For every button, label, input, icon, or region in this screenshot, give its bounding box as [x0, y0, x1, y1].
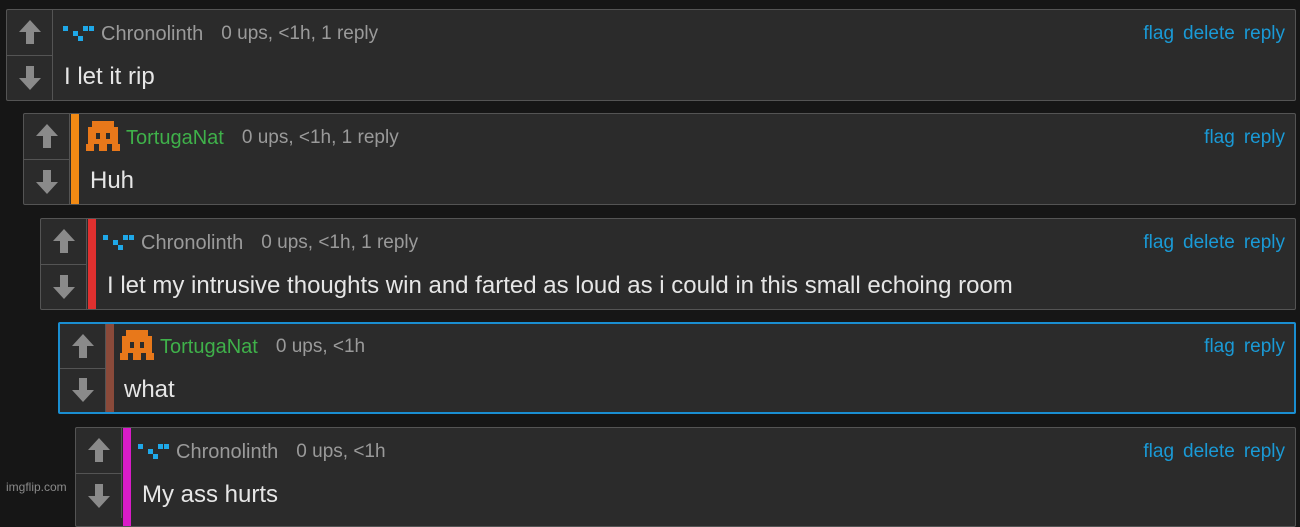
- comment-meta: 0 ups, <1h: [275, 336, 366, 357]
- down-arrow-icon: [52, 274, 75, 299]
- thread-depth-bar: [88, 219, 96, 309]
- flag-link[interactable]: flag: [1143, 23, 1174, 45]
- username[interactable]: Chronolinth: [176, 441, 278, 464]
- comment-text: I let my intrusive thoughts win and fart…: [107, 272, 1013, 299]
- comment-text: Huh: [90, 167, 135, 194]
- tortuganat-avatar-icon[interactable]: [86, 120, 120, 156]
- up-arrow-icon: [71, 333, 94, 358]
- reply-link[interactable]: reply: [1244, 336, 1285, 358]
- comment-meta: 0 ups, <1h: [296, 441, 386, 462]
- downvote-button[interactable]: [24, 159, 70, 204]
- upvote-button[interactable]: [24, 114, 70, 160]
- comment-meta: 0 ups, <1h, 1 reply: [261, 232, 419, 253]
- flag-link[interactable]: flag: [1204, 127, 1235, 149]
- flag-link[interactable]: flag: [1143, 232, 1174, 254]
- comment-4: TortugaNat 0 ups, <1h flag reply what: [58, 322, 1296, 414]
- chronolinth-avatar-icon[interactable]: [138, 441, 170, 464]
- reply-link[interactable]: reply: [1244, 127, 1285, 149]
- flag-link[interactable]: flag: [1204, 336, 1235, 358]
- vote-controls: [76, 428, 122, 518]
- up-arrow-icon: [52, 229, 75, 254]
- comment-3: Chronolinth 0 ups, <1h, 1 reply flag del…: [40, 218, 1296, 310]
- delete-link[interactable]: delete: [1183, 441, 1235, 463]
- flag-link[interactable]: flag: [1143, 441, 1174, 463]
- delete-link[interactable]: delete: [1183, 23, 1235, 45]
- comment-meta: 0 ups, <1h, 1 reply: [221, 23, 379, 44]
- vote-controls: [41, 219, 87, 309]
- watermark: imgflip.com: [6, 480, 67, 494]
- up-arrow-icon: [87, 438, 110, 463]
- username[interactable]: Chronolinth: [101, 23, 203, 46]
- comment-5: Chronolinth 0 ups, <1h flag delete reply…: [75, 427, 1296, 527]
- vote-controls: [24, 114, 70, 204]
- up-arrow-icon: [35, 124, 58, 149]
- down-arrow-icon: [35, 169, 58, 194]
- comment-2: TortugaNat 0 ups, <1h, 1 reply flag repl…: [23, 113, 1296, 205]
- vote-controls: [7, 10, 53, 100]
- comment-meta: 0 ups, <1h, 1 reply: [241, 127, 399, 148]
- comment-text: what: [124, 376, 175, 403]
- username[interactable]: TortugaNat: [126, 127, 224, 150]
- downvote-button[interactable]: [41, 264, 87, 309]
- reply-link[interactable]: reply: [1244, 441, 1285, 463]
- chronolinth-avatar-icon[interactable]: [103, 232, 135, 255]
- thread-depth-bar: [106, 324, 114, 412]
- comment-text: I let it rip: [64, 63, 155, 90]
- chronolinth-avatar-icon[interactable]: [63, 23, 95, 46]
- upvote-button[interactable]: [76, 428, 122, 474]
- comment-1: Chronolinth 0 ups, <1h, 1 reply flag del…: [6, 9, 1296, 101]
- downvote-button[interactable]: [60, 368, 106, 412]
- comment-text: My ass hurts: [142, 481, 279, 508]
- upvote-button[interactable]: [41, 219, 87, 265]
- down-arrow-icon: [18, 65, 41, 90]
- delete-link[interactable]: delete: [1183, 232, 1235, 254]
- up-arrow-icon: [18, 20, 41, 45]
- thread-depth-bar: [71, 114, 79, 204]
- down-arrow-icon: [87, 483, 110, 508]
- username[interactable]: TortugaNat: [160, 336, 258, 359]
- downvote-button[interactable]: [7, 55, 53, 100]
- username[interactable]: Chronolinth: [141, 232, 243, 255]
- tortuganat-avatar-icon[interactable]: [120, 329, 154, 365]
- down-arrow-icon: [71, 378, 94, 403]
- upvote-button[interactable]: [7, 10, 53, 56]
- vote-controls: [60, 324, 106, 412]
- reply-link[interactable]: reply: [1244, 232, 1285, 254]
- thread-depth-bar: [123, 428, 131, 526]
- reply-link[interactable]: reply: [1244, 23, 1285, 45]
- upvote-button[interactable]: [60, 324, 106, 369]
- downvote-button[interactable]: [76, 473, 122, 518]
